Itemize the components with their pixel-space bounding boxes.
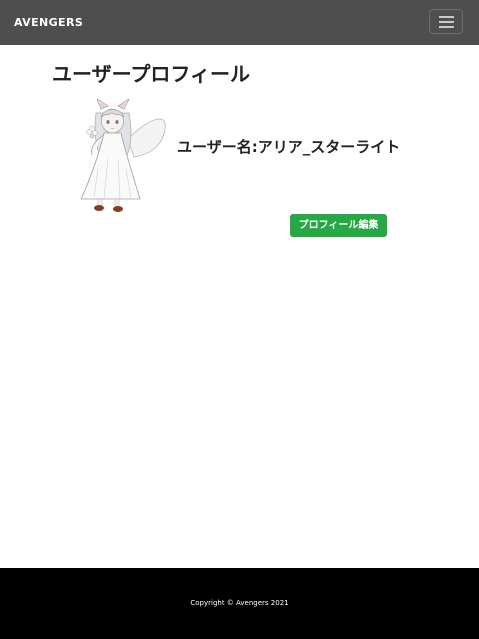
navbar: AVENGERS [0,0,479,45]
username-label: ユーザー名:アリア_スターライト [177,138,401,156]
footer: Copyright © Avengers 2021 [0,568,479,639]
navbar-toggler-button[interactable] [429,9,463,34]
page-title: ユーザープロフィール [52,62,250,86]
character-illustration [80,98,166,212]
edit-profile-button[interactable]: プロフィール編集 [290,214,387,237]
copyright-text: Copyright © Avengers 2021 [190,599,289,607]
brand-link[interactable]: AVENGERS [14,16,83,29]
main-content: ユーザープロフィール ユーザー名:アリア_スターライト プロフィール編集 [0,45,479,568]
avatar [68,98,173,219]
